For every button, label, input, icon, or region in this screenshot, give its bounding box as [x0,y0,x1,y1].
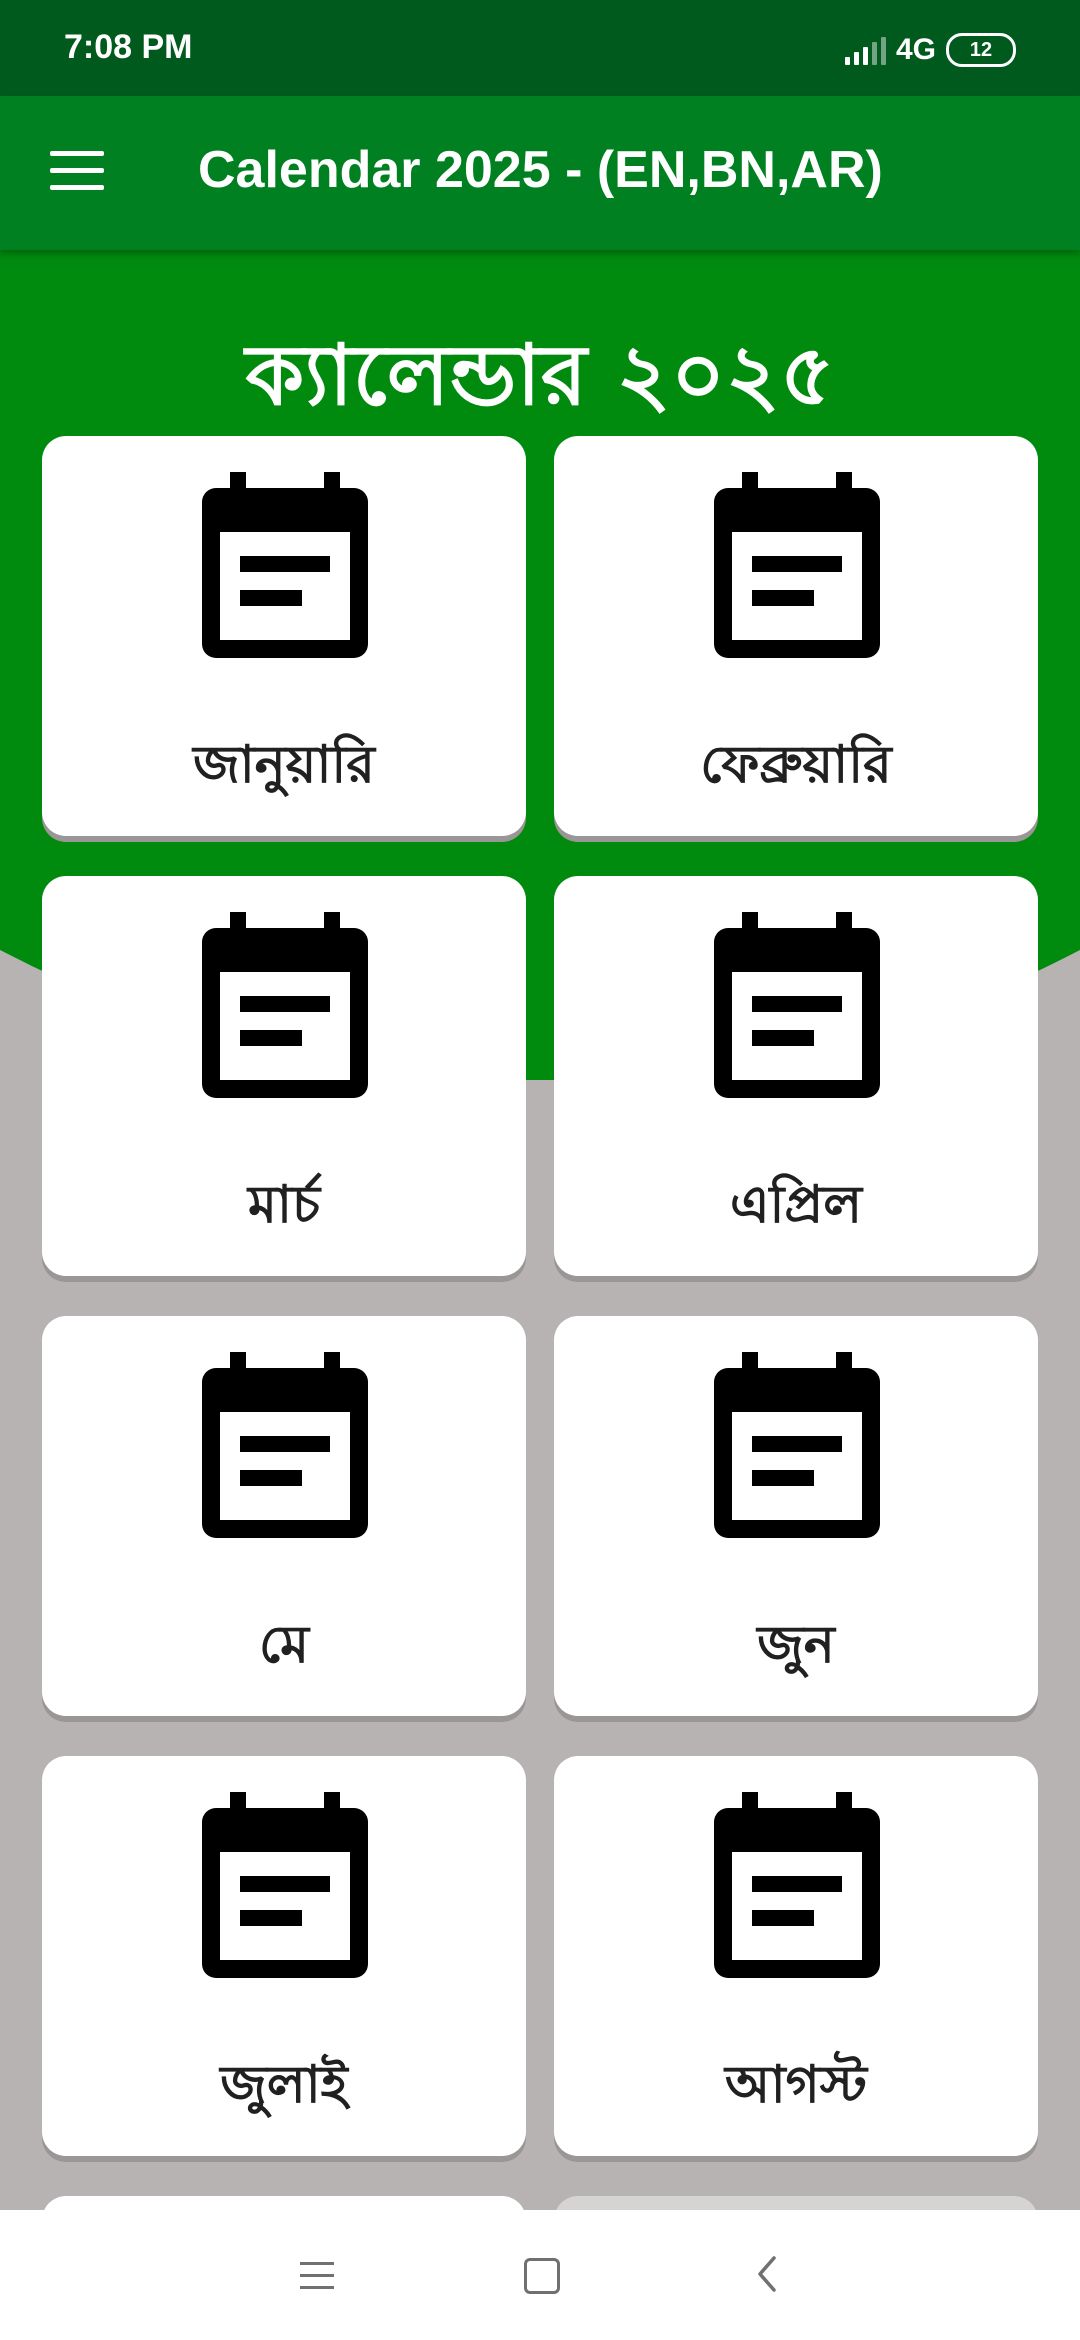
month-card-february[interactable]: ফেব্রুয়ারি [554,436,1038,836]
month-label: মে [259,1615,309,1675]
calendar-icon [714,1792,880,1978]
month-label: মার্চ [247,1175,320,1235]
back-icon[interactable] [752,2254,782,2294]
month-card-may[interactable]: মে [42,1316,526,1716]
month-card-january[interactable]: জানুয়ারি [42,436,526,836]
month-label: আগস্ট [725,2055,867,2115]
recents-icon[interactable] [300,2262,334,2290]
calendar-icon [202,472,368,658]
calendar-icon [714,912,880,1098]
hamburger-menu-icon[interactable] [50,151,104,191]
month-label: এপ্রিল [730,1175,862,1235]
month-card-august[interactable]: আগস্ট [554,1756,1038,2156]
month-card-july[interactable]: জুলাই [42,1756,526,2156]
calendar-icon [714,472,880,658]
month-label: ফেব্রুয়ারি [700,735,892,795]
home-icon[interactable] [524,2258,560,2294]
month-label: জুলাই [220,2055,348,2115]
app-title: Calendar 2025 - (EN,BN,AR) [198,141,883,199]
month-card-june[interactable]: জুন [554,1316,1038,1716]
month-card-march[interactable]: মার্চ [42,876,526,1276]
month-label: জুন [757,1615,835,1675]
calendar-icon [202,1792,368,1978]
calendar-icon [714,1352,880,1538]
month-grid: জানুয়ারি ফেব্রুয়ারি মার্চ এপ্রিল মে জু… [0,0,1080,2340]
calendar-icon [202,912,368,1098]
month-card-april[interactable]: এপ্রিল [554,876,1038,1276]
month-label: জানুয়ারি [193,735,375,795]
calendar-icon [202,1352,368,1538]
app-bar: Calendar 2025 - (EN,BN,AR) [0,96,1080,250]
system-nav-bar [0,2210,1080,2340]
